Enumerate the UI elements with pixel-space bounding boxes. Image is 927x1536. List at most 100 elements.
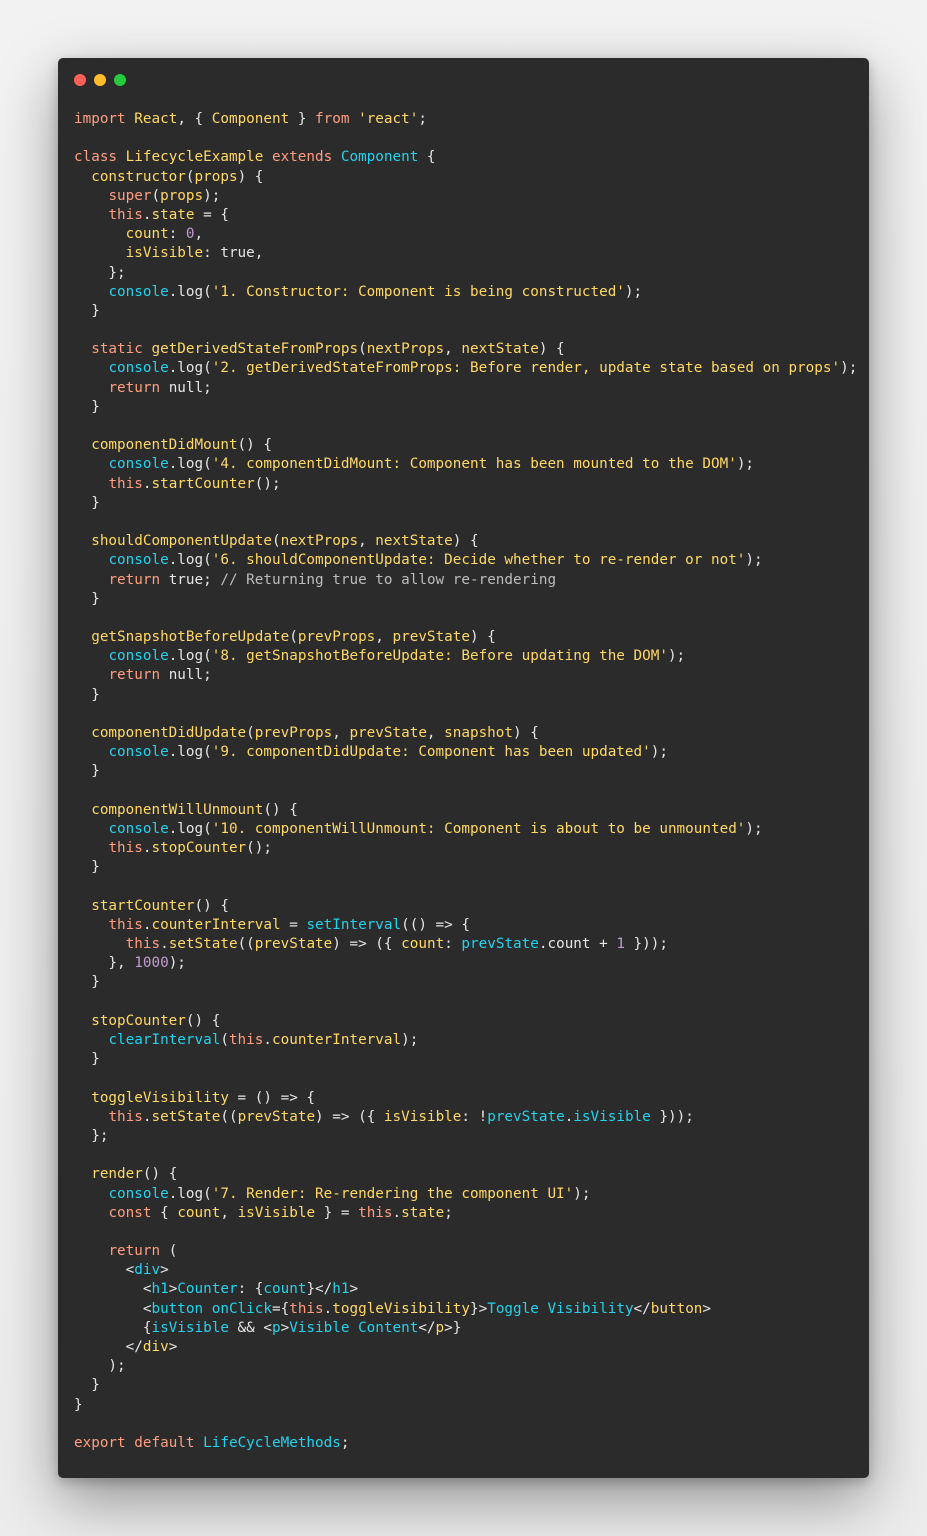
code-token: button	[650, 1300, 703, 1317]
code-token: .log(	[168, 283, 212, 300]
code-token: );	[401, 1032, 419, 1048]
minimize-icon[interactable]	[94, 74, 106, 86]
code-line: export default LifeCycleMethods;	[74, 1434, 857, 1453]
code-token: count	[125, 226, 169, 243]
code-line: ​	[74, 321, 857, 340]
code-token: .	[392, 1204, 402, 1221]
code-token: console	[108, 283, 169, 300]
code-line: startCounter() {	[74, 897, 857, 916]
code-line: this.setState((prevState) => ({ count: p…	[74, 935, 857, 954]
code-token: }));	[624, 936, 668, 953]
code-line: getSnapshotBeforeUpdate(prevProps, prevS…	[74, 628, 857, 647]
code-token: nextState	[375, 533, 453, 550]
code-line: componentDidUpdate(prevProps, prevState,…	[74, 724, 857, 743]
code-token: prevState	[461, 936, 539, 953]
code-token: p	[271, 1319, 281, 1336]
code-line: return true; // Returning true to allow …	[74, 571, 857, 590]
code-line: };	[74, 264, 857, 283]
code-token: this	[125, 936, 161, 953]
code-token: console	[108, 552, 169, 569]
code-token: toggleVisibility	[332, 1300, 470, 1317]
code-token: console	[108, 1185, 169, 1202]
code-line: }	[74, 762, 857, 781]
code-token: .log(	[168, 648, 212, 665]
code-line: }	[74, 398, 857, 417]
code-line: clearInterval(this.counterInterval);	[74, 1031, 857, 1050]
code-line: return (	[74, 1242, 857, 1261]
code-token: null;	[168, 667, 212, 684]
code-line: {isVisible && <p>Visible Content</p>}	[74, 1319, 857, 1338]
code-token: React	[134, 111, 178, 127]
code-token: ,	[426, 725, 445, 741]
code-token: import	[74, 111, 135, 127]
code-line: }	[74, 686, 857, 705]
code-token: = () => {	[228, 1089, 316, 1106]
code-token: '9. componentDidUpdate: Component has be…	[211, 744, 651, 761]
code-token: h1	[151, 1281, 169, 1298]
code-token: setState	[168, 936, 238, 953]
code-line: ​	[74, 705, 857, 724]
code-token: <	[74, 1300, 152, 1317]
code-token: this	[108, 475, 143, 492]
code-token: .	[263, 1032, 272, 1048]
code-token: static	[91, 341, 152, 358]
code-line: ​	[74, 129, 857, 148]
code-line: }	[74, 1376, 857, 1395]
code-token: ) {	[513, 725, 539, 741]
code-token: console	[108, 744, 169, 761]
code-token: console	[108, 456, 169, 473]
code-token: .log(	[168, 360, 212, 377]
code-token: () {	[194, 897, 229, 914]
code-line: componentWillUnmount() {	[74, 801, 857, 820]
code-token: ((	[237, 936, 255, 953]
code-token: );	[168, 955, 186, 972]
code-token: componentWillUnmount	[91, 801, 264, 818]
code-token: (	[220, 1032, 229, 1048]
code-line: componentDidMount() {	[74, 436, 857, 455]
code-token: }	[74, 686, 100, 703]
code-token: return	[108, 571, 169, 588]
code-token: count	[177, 1204, 221, 1221]
code-token: '2. getDerivedStateFromProps: Before ren…	[211, 360, 841, 377]
code-line: console.log('6. shouldComponentUpdate: D…	[74, 551, 857, 570]
code-token: clearInterval	[108, 1032, 221, 1048]
code-token: '1. Constructor: Component is being cons…	[211, 283, 625, 300]
code-token: true;	[168, 571, 221, 588]
code-token: ) => ({	[315, 1108, 384, 1125]
code-line: };	[74, 1127, 857, 1146]
code-token: props	[160, 187, 204, 204]
close-icon[interactable]	[74, 74, 86, 86]
code-token: }	[74, 494, 100, 511]
code-token: prevState	[349, 725, 427, 741]
code-line: ​	[74, 609, 857, 628]
code-token: prevState	[254, 936, 333, 953]
code-token: super	[108, 187, 152, 204]
maximize-icon[interactable]	[114, 74, 126, 86]
code-line: ​	[74, 878, 857, 897]
code-line: count: 0,	[74, 225, 857, 244]
code-line: }, 1000);	[74, 954, 857, 973]
code-token: : !	[461, 1108, 488, 1125]
code-token: :	[444, 936, 462, 953]
code-token: );	[745, 820, 763, 837]
code-token: .count +	[538, 936, 617, 953]
code-token: return	[108, 379, 169, 396]
code-token: const	[108, 1204, 161, 1221]
code-token: nextState	[461, 341, 539, 358]
code-token: );	[203, 187, 221, 204]
code-token: toggleVisibility	[91, 1089, 229, 1106]
code-line: console.log('7. Render: Re-rendering the…	[74, 1185, 857, 1204]
code-token: prevState	[237, 1108, 316, 1125]
code-token: this	[108, 1108, 143, 1125]
code-line: class LifecycleExample extends Component…	[74, 148, 857, 167]
